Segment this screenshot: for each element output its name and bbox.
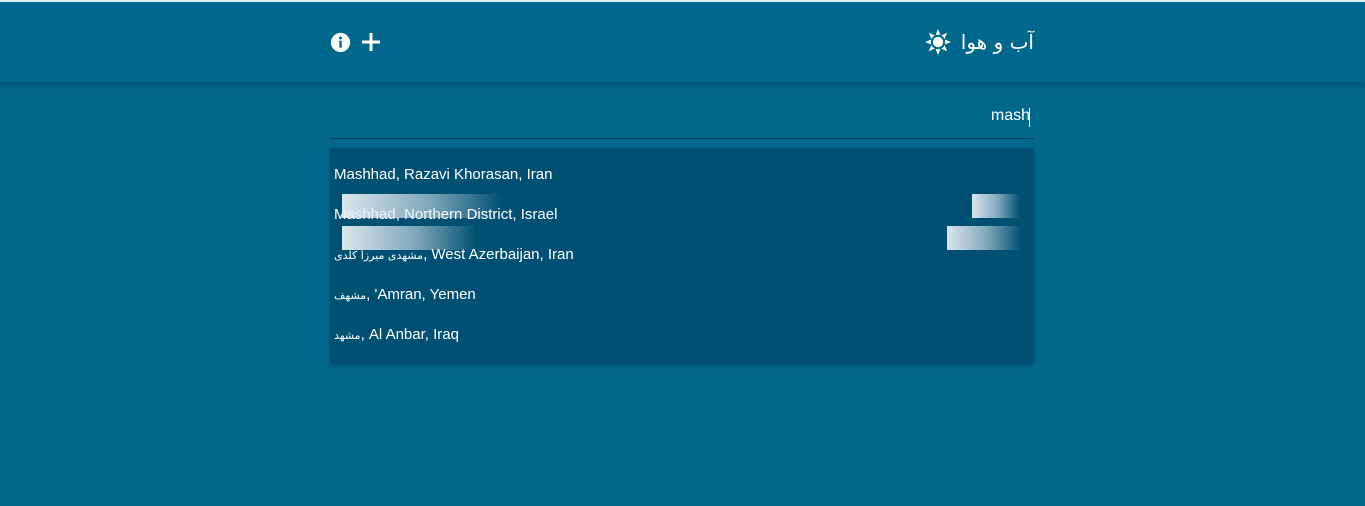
suggestion-local-name: مشهد [334,329,361,342]
search-input[interactable] [530,107,1030,125]
suggestion-item[interactable]: مشهدی میرزا کلدی, West Azerbaijan, Iran [334,240,1024,270]
sun-icon [924,29,951,55]
suggestion-label: Mashhad, Northern District, Israel [334,206,558,223]
plus-icon[interactable] [361,32,381,52]
suggestion-item[interactable]: مشهف, 'Amran, Yemen [334,280,1024,310]
search-bar [330,100,1034,139]
suggestion-label: , West Azerbaijan, Iran [423,246,574,263]
app-title: آب و هوا [960,30,1034,54]
suggestion-item[interactable]: Mashhad, Razavi Khorasan, Iran [334,160,1024,190]
suggestion-label: , Al Anbar, Iraq [360,326,459,343]
info-icon[interactable] [330,32,351,53]
text-caret [1029,108,1030,127]
suggestion-label: Mashhad, Razavi Khorasan, Iran [334,166,553,183]
brand: آب و هوا [924,28,1034,56]
suggestions-dropdown: Mashhad, Razavi Khorasan, Iran Mashhad, … [330,148,1034,364]
header-actions [330,30,381,54]
suggestion-local-name: مشهف [334,289,367,302]
app-header: آب و هوا [0,2,1365,82]
suggestion-local-name: مشهدی میرزا کلدی [334,249,424,262]
suggestion-item[interactable]: مشهد, Al Anbar, Iraq [334,320,1024,350]
header-inner: آب و هوا [330,2,1034,82]
suggestion-item[interactable]: Mashhad, Northern District, Israel [334,200,1024,230]
suggestion-label: , 'Amran, Yemen [366,286,476,303]
